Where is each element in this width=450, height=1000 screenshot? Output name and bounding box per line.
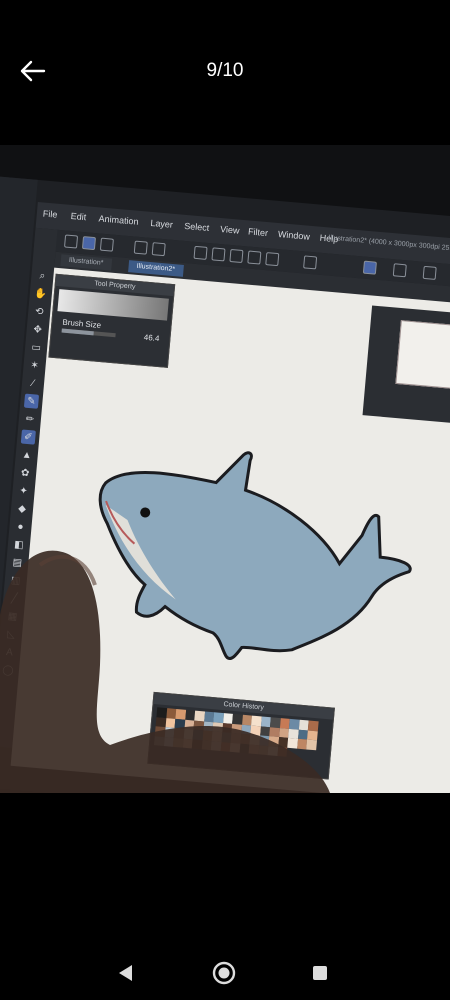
recents-square-icon — [313, 966, 327, 980]
nav-home-button[interactable] — [209, 958, 239, 988]
back-triangle-icon — [119, 965, 132, 981]
nav-recents-button[interactable] — [305, 958, 335, 988]
system-nav-bar — [0, 946, 450, 1000]
finger-overlay — [0, 550, 330, 793]
home-circle-icon — [212, 961, 236, 985]
photo-area[interactable]: File Edit Animation Layer Select View Fi… — [0, 145, 450, 793]
viewer-top-bar: 9/10 — [0, 0, 450, 145]
image-counter: 9/10 — [206, 60, 244, 81]
nav-back-button[interactable] — [110, 958, 140, 988]
